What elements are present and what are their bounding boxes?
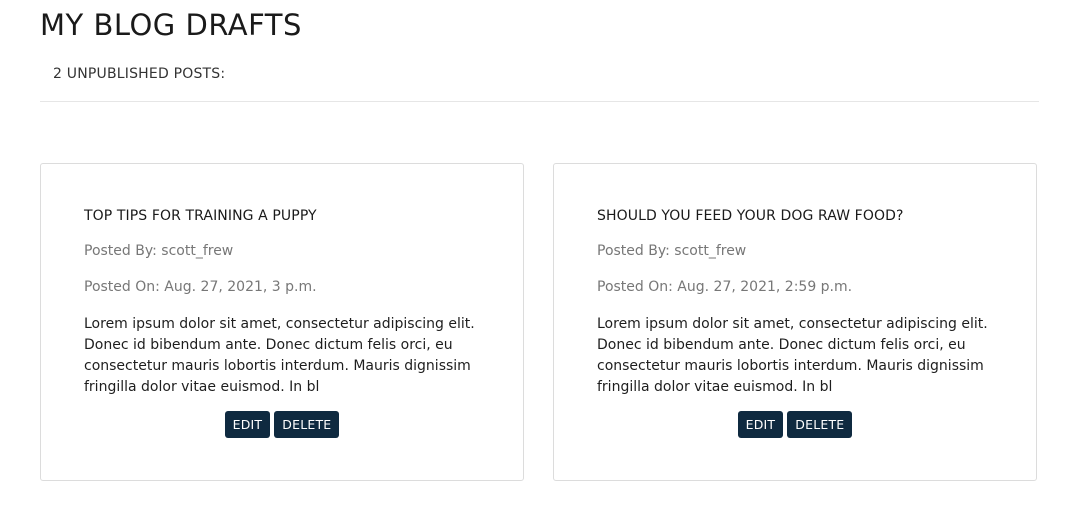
- post-title: TOP TIPS FOR TRAINING A PUPPY: [84, 208, 317, 224]
- post-actions: EDIT DELETE: [41, 411, 523, 438]
- post-date: Posted On: Aug. 27, 2021, 2:59 p.m.: [597, 279, 853, 295]
- post-excerpt: Lorem ipsum dolor sit amet, consectetur …: [84, 316, 475, 395]
- delete-button[interactable]: DELETE: [274, 411, 340, 438]
- post-actions: EDIT DELETE: [554, 411, 1036, 438]
- post-card: SHOULD YOU FEED YOUR DOG RAW FOOD? Poste…: [553, 163, 1037, 481]
- page-title: MY BLOG DRAFTS: [40, 8, 302, 42]
- post-title: SHOULD YOU FEED YOUR DOG RAW FOOD?: [597, 208, 904, 224]
- post-excerpt: Lorem ipsum dolor sit amet, consectetur …: [597, 316, 988, 395]
- edit-button[interactable]: EDIT: [224, 411, 271, 438]
- post-author: Posted By: scott_frew: [84, 243, 234, 259]
- header-divider: [40, 101, 1039, 102]
- post-author: Posted By: scott_frew: [597, 243, 747, 259]
- edit-button[interactable]: EDIT: [737, 411, 784, 438]
- post-date: Posted On: Aug. 27, 2021, 3 p.m.: [84, 279, 317, 295]
- delete-button[interactable]: DELETE: [787, 411, 853, 438]
- post-card: TOP TIPS FOR TRAINING A PUPPY Posted By:…: [40, 163, 524, 481]
- unpublished-count: 2 UNPUBLISHED POSTS:: [53, 66, 226, 82]
